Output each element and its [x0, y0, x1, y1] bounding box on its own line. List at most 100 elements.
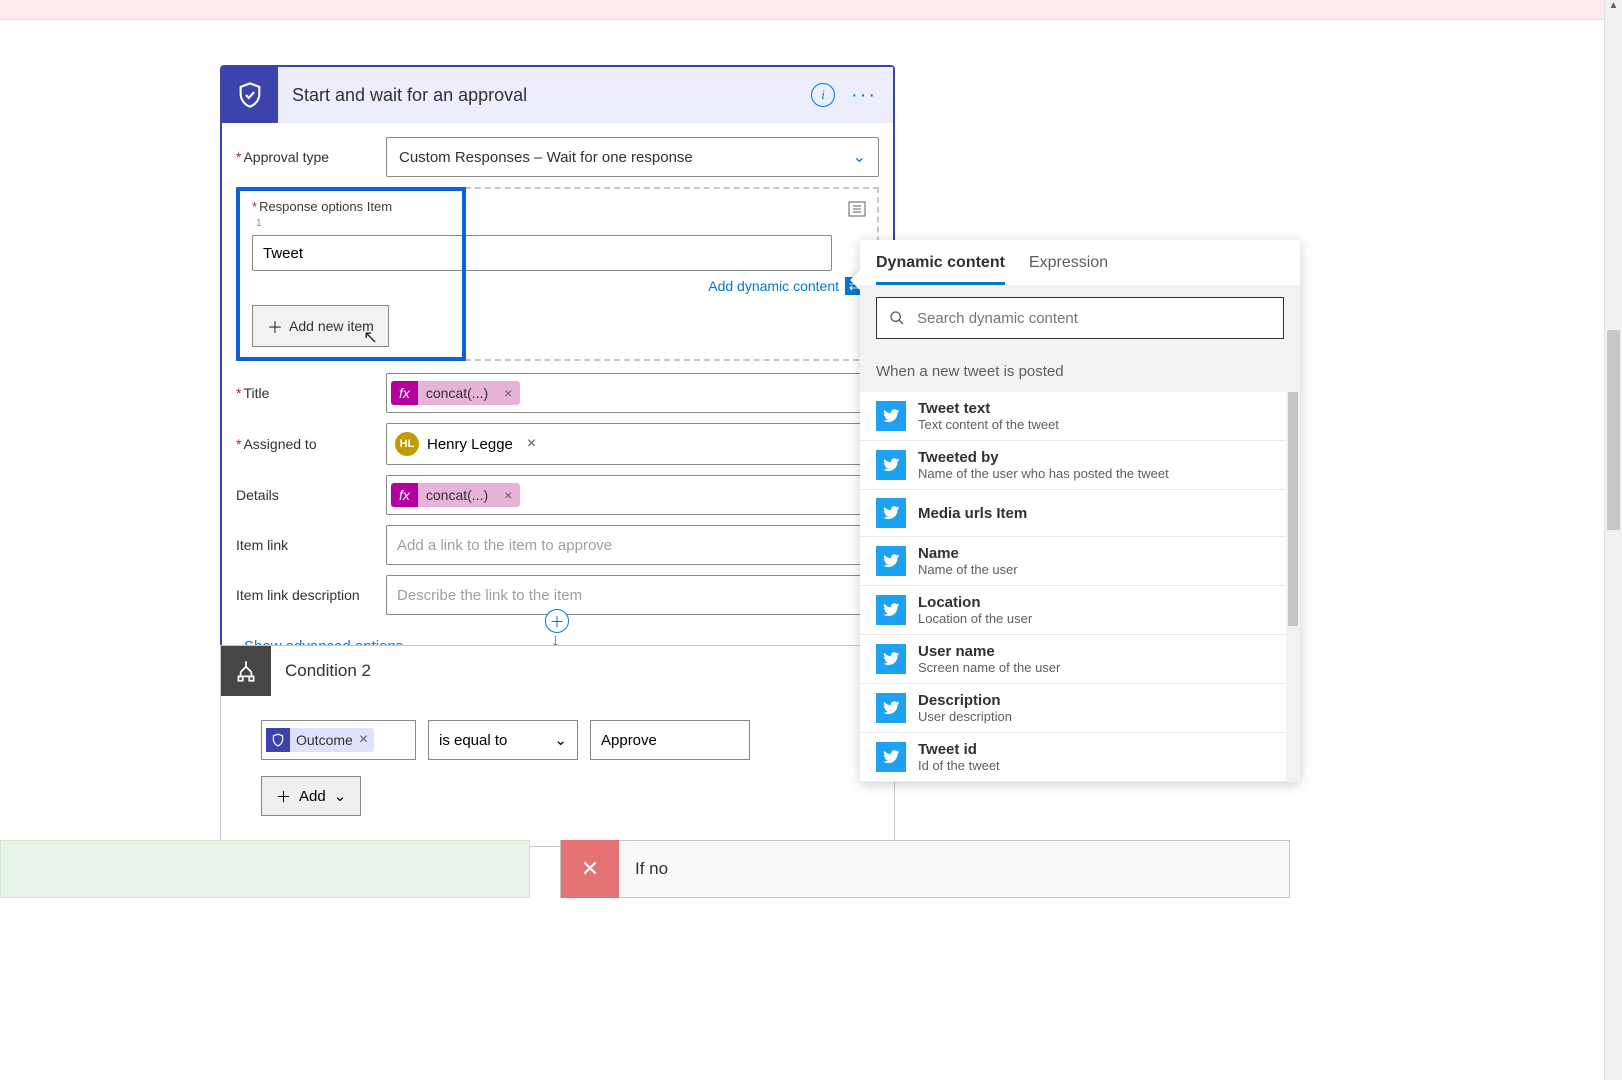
twitter-icon — [876, 546, 906, 576]
twitter-icon — [876, 450, 906, 480]
scroll-thumb[interactable] — [1607, 330, 1620, 530]
person-name: Henry Legge — [427, 436, 513, 453]
chevron-down-icon: ⌄ — [334, 787, 347, 805]
add-condition-button[interactable]: ＋ Add ⌄ — [261, 776, 361, 816]
dynamic-item[interactable]: Description User description — [860, 684, 1300, 733]
info-icon[interactable]: i — [811, 83, 835, 107]
title-field[interactable]: fx concat(...) × — [386, 373, 879, 413]
dynamic-item-desc: Name of the user who has posted the twee… — [918, 466, 1169, 481]
tab-dynamic-content[interactable]: Dynamic content — [876, 254, 1005, 285]
scroll-thumb[interactable] — [1288, 392, 1298, 626]
item-link-desc-input[interactable]: Describe the link to the item — [386, 575, 879, 615]
dynamic-item[interactable]: Tweeted by Name of the user who has post… — [860, 441, 1300, 490]
search-icon — [889, 310, 905, 326]
response-option-input[interactable]: Tweet — [252, 235, 832, 271]
dynamic-item-title: Media urls Item — [918, 505, 1027, 522]
twitter-icon — [876, 595, 906, 625]
dynamic-content-panel: Dynamic content Expression When a new tw… — [860, 240, 1300, 782]
dynamic-item-title: Tweeted by — [918, 449, 1169, 466]
dynamic-item-desc: Location of the user — [918, 611, 1032, 626]
dynamic-item-desc: Screen name of the user — [918, 660, 1060, 675]
dynamic-item-title: Tweet text — [918, 400, 1059, 417]
if-no-label: If no — [619, 859, 668, 879]
twitter-icon — [876, 401, 906, 431]
remove-person-icon[interactable]: × — [521, 435, 536, 453]
dynamic-item[interactable]: Location Location of the user — [860, 586, 1300, 635]
approval-card-title: Start and wait for an approval — [278, 85, 811, 106]
chevron-down-icon: ⌄ — [853, 147, 866, 167]
response-options-label: Response options Item — [252, 199, 863, 214]
notification-bar — [0, 0, 1622, 20]
dynamic-item[interactable]: Tweet text Text content of the tweet — [860, 392, 1300, 441]
dynamic-item-desc: Name of the user — [918, 562, 1018, 577]
tab-expression[interactable]: Expression — [1029, 254, 1108, 285]
add-new-item-button[interactable]: ＋ Add new item ↖ — [252, 305, 389, 347]
condition-icon — [221, 646, 271, 696]
condition-operator-select[interactable]: is equal to ⌄ — [428, 720, 578, 760]
item-index: 1 — [256, 218, 863, 229]
twitter-icon — [876, 742, 906, 772]
approval-card: Start and wait for an approval i ··· App… — [220, 65, 895, 676]
dynamic-item-title: User name — [918, 643, 1060, 660]
details-field[interactable]: fx concat(...) × — [386, 475, 879, 515]
fx-icon: fx — [391, 483, 418, 507]
dynamic-list: Tweet text Text content of the tweet Twe… — [860, 392, 1300, 782]
dynamic-item-title: Tweet id — [918, 741, 1000, 758]
panel-scrollbar[interactable] — [1286, 392, 1300, 782]
more-icon[interactable]: ··· — [845, 84, 893, 107]
approval-type-select[interactable]: Custom Responses – Wait for one response… — [386, 137, 879, 177]
twitter-icon — [876, 498, 906, 528]
dynamic-item-desc: Id of the tweet — [918, 758, 1000, 773]
approval-mini-icon — [266, 728, 290, 752]
expression-token[interactable]: fx concat(...) × — [391, 381, 520, 405]
close-icon: ✕ — [561, 840, 619, 898]
dynamic-item[interactable]: User name Screen name of the user — [860, 635, 1300, 684]
item-link-input[interactable]: Add a link to the item to approve — [386, 525, 879, 565]
approval-icon — [222, 67, 278, 123]
condition-left-field[interactable]: Outcome × — [261, 720, 416, 760]
dynamic-item-title: Name — [918, 545, 1018, 562]
dynamic-item[interactable]: Tweet id Id of the tweet — [860, 733, 1300, 782]
fx-icon: fx — [391, 381, 418, 405]
dynamic-item[interactable]: Name Name of the user — [860, 537, 1300, 586]
dynamic-item-title: Location — [918, 594, 1032, 611]
if-no-branch[interactable]: ✕ If no — [560, 840, 1290, 898]
dynamic-item-desc: User description — [918, 709, 1012, 724]
condition-value-input[interactable]: Approve — [590, 720, 750, 760]
avatar: HL — [395, 432, 419, 456]
search-input[interactable] — [876, 297, 1284, 339]
details-label: Details — [236, 487, 386, 503]
array-toggle-icon[interactable] — [847, 199, 867, 219]
plus-icon: ＋ — [276, 786, 291, 807]
person-token[interactable]: HL Henry Legge × — [391, 428, 546, 460]
approval-type-label: Approval type — [236, 149, 386, 165]
search-field[interactable] — [915, 309, 1271, 328]
item-link-desc-label: Item link description — [236, 587, 386, 603]
page-scrollbar[interactable]: ▲ — [1604, 0, 1622, 1080]
remove-token-icon[interactable]: × — [496, 381, 520, 405]
add-dynamic-content-link[interactable]: Add dynamic content — [708, 278, 839, 294]
panel-pointer — [850, 270, 860, 290]
title-label: Title — [236, 385, 386, 401]
expression-token[interactable]: fx concat(...) × — [391, 483, 520, 507]
approval-type-value: Custom Responses – Wait for one response — [399, 149, 693, 166]
plus-icon: ＋ — [267, 314, 283, 338]
if-yes-branch[interactable] — [0, 840, 530, 898]
condition-header[interactable]: Condition 2 — [221, 646, 894, 696]
twitter-icon — [876, 644, 906, 674]
approval-card-header[interactable]: Start and wait for an approval i ··· — [222, 67, 893, 123]
dynamic-item[interactable]: Media urls Item — [860, 490, 1300, 537]
item-link-label: Item link — [236, 537, 386, 553]
outcome-token[interactable]: Outcome × — [266, 728, 374, 752]
remove-token-icon[interactable]: × — [353, 731, 368, 749]
remove-token-icon[interactable]: × — [496, 483, 520, 507]
response-options-box: Response options Item 1 Tweet Add dynami… — [236, 187, 879, 361]
dynamic-item-desc: Text content of the tweet — [918, 417, 1059, 432]
dynamic-section-header: When a new tweet is posted — [860, 351, 1300, 392]
dynamic-item-title: Description — [918, 692, 1012, 709]
assigned-to-field[interactable]: HL Henry Legge × — [386, 423, 879, 465]
condition-card: Condition 2 Outcome × is equal to ⌄ — [220, 645, 895, 847]
scroll-up-icon[interactable]: ▲ — [1605, 0, 1622, 18]
assigned-to-label: Assigned to — [236, 436, 386, 452]
chevron-down-icon: ⌄ — [554, 731, 567, 749]
